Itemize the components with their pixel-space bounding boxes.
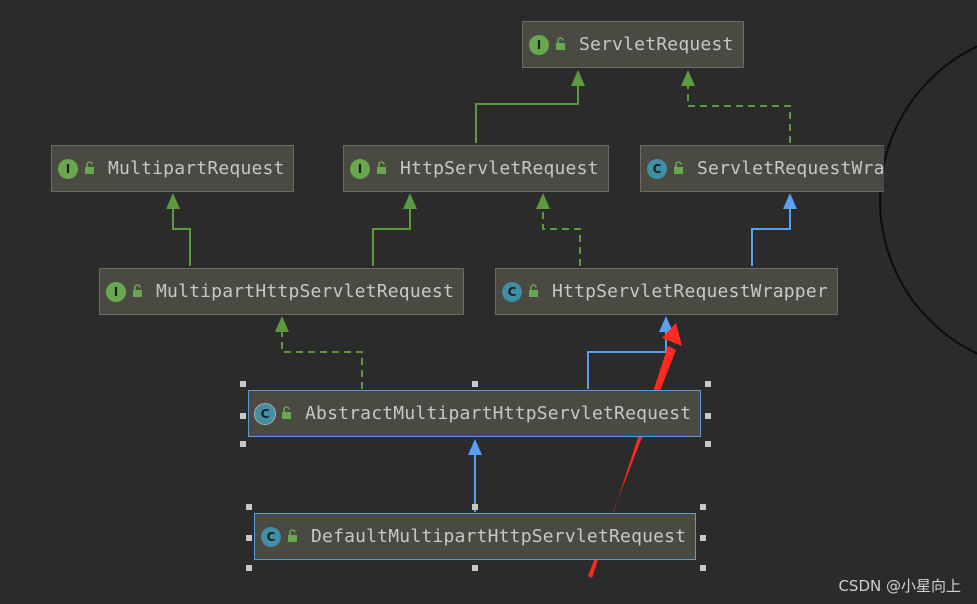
edge-multiparthttp-extends-multipartrequest bbox=[172, 208, 191, 266]
node-http-servlet-request-wrapper[interactable]: C HttpServletRequestWrapper bbox=[495, 268, 838, 315]
node-label: AbstractMultipartHttpServletRequest bbox=[305, 403, 692, 424]
open-lock-icon bbox=[528, 281, 540, 302]
partial-circle-overlay bbox=[879, 45, 977, 355]
open-lock-icon bbox=[673, 158, 685, 179]
edge-arrowhead-servletrequest-left bbox=[571, 70, 585, 86]
node-label: ServletRequestWra bbox=[697, 158, 884, 179]
selection-handle[interactable] bbox=[705, 413, 711, 419]
node-label: MultipartHttpServletRequest bbox=[156, 281, 454, 302]
edge-arrowhead-multiparthttp bbox=[275, 316, 289, 332]
watermark: CSDN @小星向上 bbox=[838, 577, 961, 595]
edge-servletrequestwrapper-implements-servletrequest bbox=[687, 86, 791, 143]
node-label: HttpServletRequestWrapper bbox=[552, 281, 828, 302]
edge-multiparthttp-extends-httpservletrequest bbox=[372, 208, 411, 266]
open-lock-icon bbox=[555, 34, 567, 55]
selection-handle[interactable] bbox=[246, 504, 252, 510]
edge-arrowhead-servletrequest-right bbox=[681, 70, 695, 86]
selection-handle[interactable] bbox=[240, 441, 246, 447]
node-servlet-request-wrapper[interactable]: C ServletRequestWra bbox=[640, 145, 884, 192]
selection-handle[interactable] bbox=[240, 381, 246, 387]
edge-arrowhead-httpservletrequest-left bbox=[403, 193, 417, 209]
edge-arrowhead-multipartrequest bbox=[166, 193, 180, 209]
interface-icon: I bbox=[529, 34, 549, 55]
selection-handle[interactable] bbox=[700, 535, 706, 541]
edge-httpwrapper-extends-servletrequestwrapper bbox=[751, 208, 791, 266]
edge-httpservletrequest-extends-servletrequest bbox=[475, 72, 579, 143]
open-lock-icon bbox=[376, 158, 388, 179]
selection-handle[interactable] bbox=[472, 565, 478, 571]
class-icon: C bbox=[647, 158, 667, 179]
selection-handle[interactable] bbox=[705, 381, 711, 387]
open-lock-icon bbox=[132, 281, 144, 302]
open-lock-icon bbox=[84, 158, 96, 179]
interface-icon: I bbox=[106, 281, 126, 302]
edge-arrowhead-abstractmultipart bbox=[468, 439, 482, 455]
node-multipart-http-servlet-request[interactable]: I MultipartHttpServletRequest bbox=[99, 268, 464, 315]
edge-abstractmultipart-implements-multiparthttp bbox=[281, 332, 363, 389]
abstract-class-icon: C bbox=[254, 402, 276, 425]
open-lock-icon bbox=[287, 526, 299, 547]
node-label: MultipartRequest bbox=[108, 158, 285, 179]
node-label: DefaultMultipartHttpServletRequest bbox=[311, 526, 687, 547]
node-label: HttpServletRequest bbox=[400, 158, 599, 179]
node-abstract-multipart-http-servlet-request[interactable]: C AbstractMultipartHttpServletRequest bbox=[248, 390, 701, 437]
class-icon: C bbox=[502, 281, 522, 302]
node-multipart-request[interactable]: I MultipartRequest bbox=[51, 145, 294, 192]
class-icon: C bbox=[261, 526, 281, 547]
edge-httpwrapper-implements-httpservletrequest bbox=[542, 208, 581, 266]
edge-abstractmultipart-extends-httpwrapper bbox=[587, 332, 667, 389]
edge-arrowhead-httpservletrequest-right bbox=[536, 193, 550, 209]
selection-handle[interactable] bbox=[472, 381, 478, 387]
selection-handle[interactable] bbox=[472, 504, 478, 510]
selection-handle[interactable] bbox=[700, 504, 706, 510]
selection-handle[interactable] bbox=[246, 535, 252, 541]
selection-handle[interactable] bbox=[240, 413, 246, 419]
node-http-servlet-request[interactable]: I HttpServletRequest bbox=[343, 145, 609, 192]
selection-handle[interactable] bbox=[700, 565, 706, 571]
edge-arrowhead-servletrequestwrapper bbox=[783, 193, 797, 209]
interface-icon: I bbox=[350, 158, 370, 179]
open-lock-icon bbox=[281, 403, 293, 424]
interface-icon: I bbox=[58, 158, 78, 179]
selection-handle[interactable] bbox=[705, 441, 711, 447]
selection-handle[interactable] bbox=[246, 565, 252, 571]
node-default-multipart-http-servlet-request[interactable]: C DefaultMultipartHttpServletRequest bbox=[254, 513, 696, 560]
node-servlet-request[interactable]: I ServletRequest bbox=[522, 21, 744, 68]
node-label: ServletRequest bbox=[579, 34, 734, 55]
